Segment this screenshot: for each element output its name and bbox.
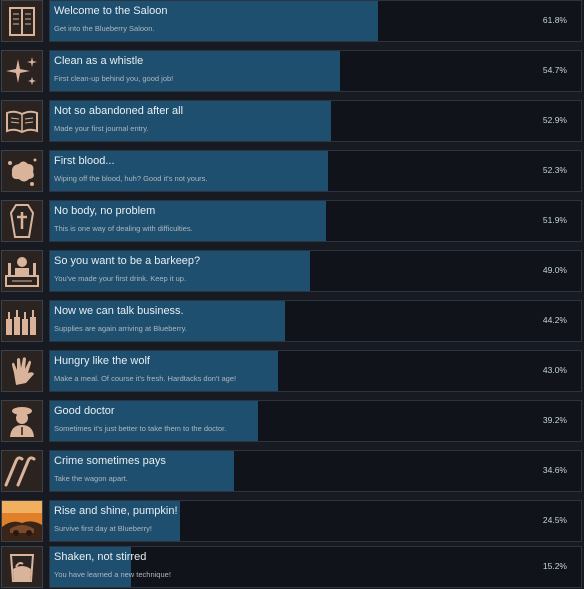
- achievement-description: You have learned a new technique!: [54, 570, 171, 579]
- achievement-title: Crime sometimes pays: [54, 455, 166, 467]
- progress-bar: So you want to be a barkeep? You've made…: [49, 250, 582, 292]
- achievement-description: Sometimes it's just better to take them …: [54, 424, 227, 433]
- achievement-row[interactable]: Not so abandoned after all Made your fir…: [0, 100, 584, 143]
- achievement-percent: 61.8%: [542, 15, 567, 25]
- achievement-row[interactable]: Welcome to the Saloon Get into the Blueb…: [0, 0, 584, 43]
- achievement-description: Survive first day at Blueberry!: [54, 524, 152, 533]
- achievement-title: Hungry like the wolf: [54, 355, 150, 367]
- achievement-percent: 44.2%: [542, 315, 567, 325]
- achievement-title: Now we can talk business.: [54, 305, 184, 317]
- achievement-row[interactable]: Now we can talk business. Supplies are a…: [0, 300, 584, 343]
- achievement-percent: 51.9%: [542, 215, 567, 225]
- achievement-percent: 15.2%: [542, 561, 567, 571]
- achievement-row[interactable]: Crime sometimes pays Take the wagon apar…: [0, 450, 584, 493]
- achievement-title: So you want to be a barkeep?: [54, 255, 201, 267]
- progress-bar: Hungry like the wolf Make a meal. Of cou…: [49, 350, 582, 392]
- achievement-description: Take the wagon apart.: [54, 474, 128, 483]
- coffin-icon: [1, 200, 43, 242]
- achievement-row[interactable]: Good doctor Sometimes it's just better t…: [0, 400, 584, 443]
- achievement-row[interactable]: Clean as a whistle First clean-up behind…: [0, 50, 584, 93]
- progress-bar: Rise and shine, pumpkin! Survive first d…: [49, 500, 582, 542]
- achievement-row[interactable]: Hungry like the wolf Make a meal. Of cou…: [0, 350, 584, 393]
- open-book-icon: [1, 100, 43, 142]
- achievement-title: Not so abandoned after all: [54, 105, 184, 117]
- achievement-description: Made your first journal entry.: [54, 124, 149, 133]
- progress-bar: Now we can talk business. Supplies are a…: [49, 300, 582, 342]
- achievement-description: First clean-up behind you, good job!: [54, 74, 174, 83]
- progress-bar: Welcome to the Saloon Get into the Blueb…: [49, 0, 582, 42]
- achievement-description: This is one way of dealing with difficul…: [54, 224, 193, 233]
- achievement-description: You've made your first drink. Keep it up…: [54, 274, 187, 283]
- achievement-percent: 49.0%: [542, 265, 567, 275]
- achievement-title: Shaken, not stirred: [54, 551, 147, 563]
- achievement-title: Rise and shine, pumpkin!: [54, 505, 178, 517]
- achievement-description: Make a meal. Of course it's fresh. Hardt…: [54, 374, 237, 383]
- achievement-percent: 39.2%: [542, 415, 567, 425]
- sparkles-icon: [1, 50, 43, 92]
- bottles-icon: [1, 300, 43, 342]
- achievement-percent: 43.0%: [542, 365, 567, 375]
- progress-bar: Shaken, not stirred You have learned a n…: [49, 546, 582, 588]
- progress-bar: Not so abandoned after all Made your fir…: [49, 100, 582, 142]
- crowbar-icon: [1, 450, 43, 492]
- achievement-title: Good doctor: [54, 405, 115, 417]
- barkeep-icon: [1, 250, 43, 292]
- achievement-description: Supplies are again arriving at Blueberry…: [54, 324, 187, 333]
- achievement-percent: 52.3%: [542, 165, 567, 175]
- achievement-list: Welcome to the Saloon Get into the Blueb…: [0, 0, 584, 589]
- achievement-percent: 52.9%: [542, 115, 567, 125]
- progress-bar: Clean as a whistle First clean-up behind…: [49, 50, 582, 92]
- achievement-row[interactable]: Shaken, not stirred You have learned a n…: [0, 546, 584, 589]
- progress-bar: Crime sometimes pays Take the wagon apar…: [49, 450, 582, 492]
- achievement-percent: 34.6%: [542, 465, 567, 475]
- progress-bar: First blood... Wiping off the blood, huh…: [49, 150, 582, 192]
- achievement-title: Clean as a whistle: [54, 55, 144, 67]
- achievement-percent: 24.5%: [542, 515, 567, 525]
- achievement-row[interactable]: No body, no problem This is one way of d…: [0, 200, 584, 243]
- achievement-row[interactable]: First blood... Wiping off the blood, huh…: [0, 150, 584, 193]
- doctor-icon: [1, 400, 43, 442]
- achievement-title: Welcome to the Saloon: [54, 5, 168, 17]
- hand-icon: [1, 350, 43, 392]
- achievement-percent: 54.7%: [542, 65, 567, 75]
- progress-bar: No body, no problem This is one way of d…: [49, 200, 582, 242]
- achievement-title: First blood...: [54, 155, 115, 167]
- progress-bar: Good doctor Sometimes it's just better t…: [49, 400, 582, 442]
- book-icon: [1, 0, 43, 42]
- sunrise-icon: [1, 500, 43, 542]
- glass-icon: [1, 546, 43, 588]
- achievement-description: Get into the Blueberry Saloon.: [54, 24, 155, 33]
- blood-splatter-icon: [1, 150, 43, 192]
- achievement-row[interactable]: So you want to be a barkeep? You've made…: [0, 250, 584, 293]
- achievement-title: No body, no problem: [54, 205, 156, 217]
- achievement-description: Wiping off the blood, huh? Good it's not…: [54, 174, 208, 183]
- achievement-row[interactable]: Rise and shine, pumpkin! Survive first d…: [0, 500, 584, 543]
